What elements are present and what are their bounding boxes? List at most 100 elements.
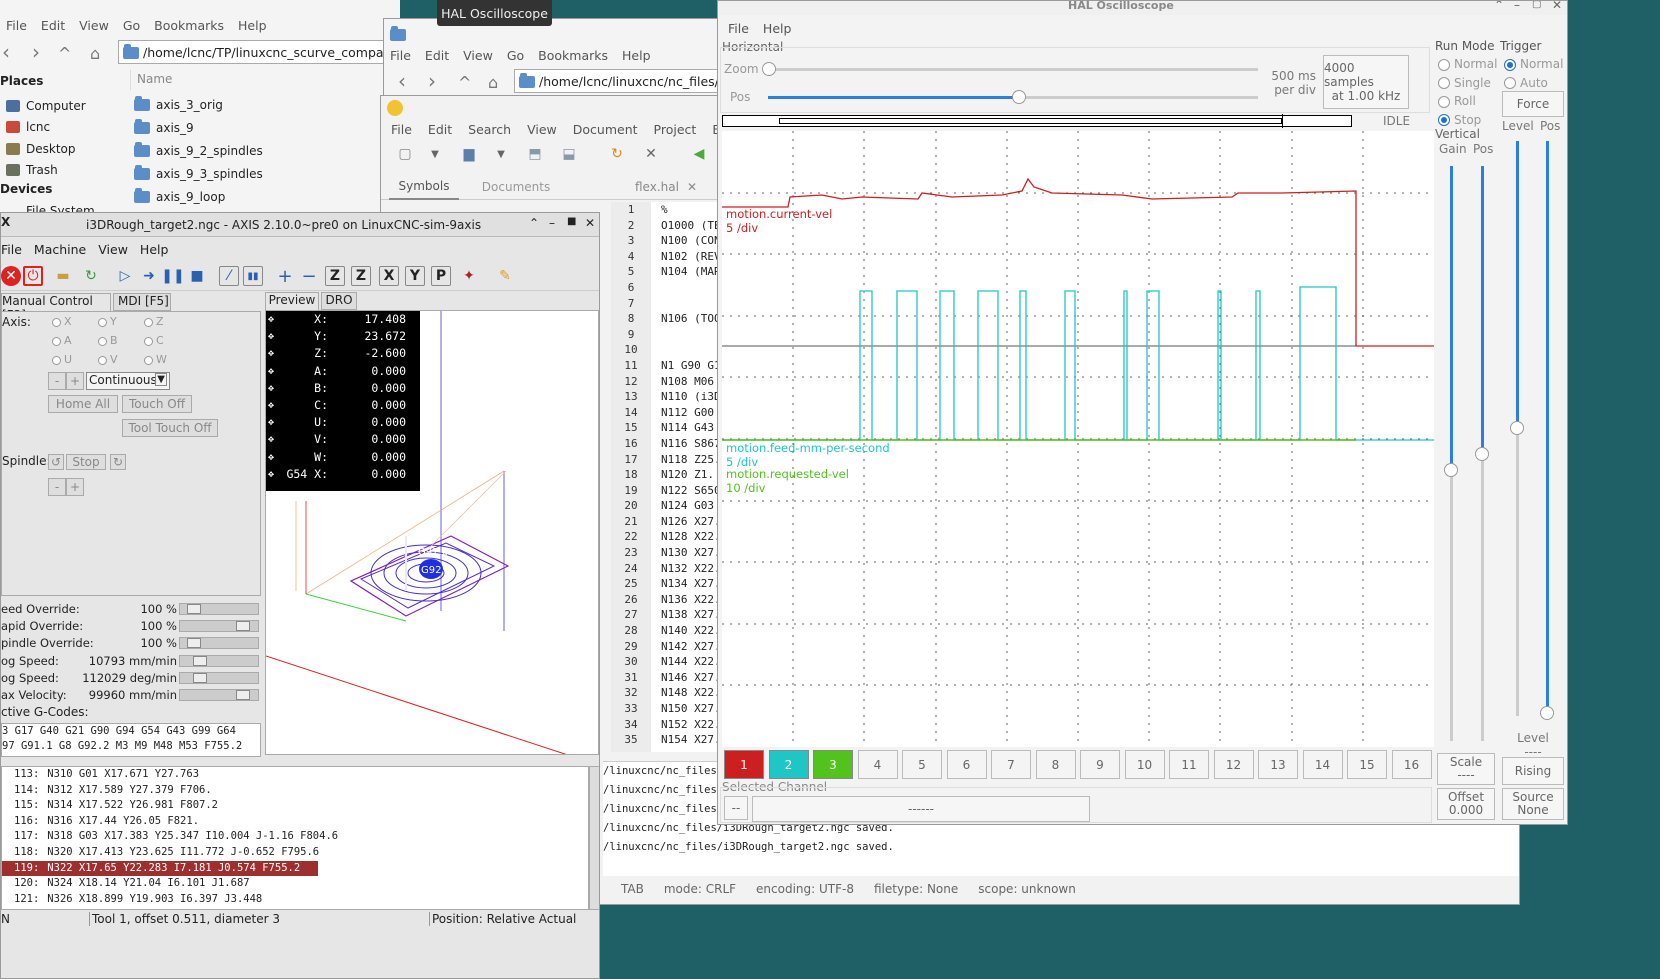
run-icon[interactable]: ▷ xyxy=(115,266,135,286)
axis-menu-view[interactable]: View xyxy=(98,242,128,257)
channel-button-15[interactable]: 15 xyxy=(1347,750,1387,779)
zoom-in-icon[interactable]: + xyxy=(275,266,295,287)
override-slider-handle[interactable] xyxy=(187,604,201,614)
offset-button[interactable]: Offset 0.000 xyxy=(1437,788,1495,820)
up-icon[interactable]: ^ xyxy=(58,44,71,64)
axis-radio-b[interactable]: B xyxy=(98,334,118,347)
view-p-icon[interactable]: P xyxy=(431,266,451,286)
close-tab-icon[interactable]: ✕ xyxy=(687,180,697,194)
back-icon[interactable]: ‹ xyxy=(2,42,10,62)
editor-menu-edit[interactable]: Edit xyxy=(428,122,452,137)
vpos-slider-knob[interactable] xyxy=(1475,447,1489,461)
place-item[interactable]: Computer xyxy=(6,95,86,117)
tool-touch-off-button[interactable]: Tool Touch Off xyxy=(122,419,218,437)
window-up-icon[interactable]: ⌃ xyxy=(1494,1,1504,12)
spindle-minus-button[interactable]: - xyxy=(48,478,66,496)
close-icon[interactable]: ✕ xyxy=(585,216,595,230)
gain-slider-knob[interactable] xyxy=(1444,463,1458,477)
block-delete-icon[interactable]: ⁄ xyxy=(219,266,239,286)
selected-channel-button[interactable]: -- xyxy=(724,796,748,820)
axis-radio-w[interactable]: W xyxy=(144,353,167,366)
view-x-icon[interactable]: X xyxy=(379,266,399,286)
channel-button-2[interactable]: 2 xyxy=(768,750,809,779)
channel-button-14[interactable]: 14 xyxy=(1302,750,1343,779)
forward-icon[interactable]: › xyxy=(428,71,436,91)
spindle-plus-button[interactable]: + xyxy=(66,478,84,496)
editor-menu-project[interactable]: Project xyxy=(654,122,697,137)
zoom-slider-knob[interactable] xyxy=(762,62,776,76)
program-scrollbar[interactable] xyxy=(589,766,599,910)
channel-button-5[interactable]: 5 xyxy=(902,750,942,779)
reload-icon[interactable]: ↻ xyxy=(81,266,101,286)
editor-menu-document[interactable]: Document xyxy=(573,122,638,137)
override-slider-handle[interactable] xyxy=(193,672,207,683)
axis-radio-z[interactable]: Z xyxy=(144,315,164,328)
axis-radio-v[interactable]: V xyxy=(98,353,118,366)
program-line[interactable]: 113: N310 G01 X17.671 Y27.763 xyxy=(2,767,588,783)
optional-stop-icon[interactable]: ▮▮ xyxy=(243,266,263,286)
axis-radio-c[interactable]: C xyxy=(144,334,164,347)
sample-rate-button[interactable]: 4000 samples at 1.00 kHz xyxy=(1323,55,1409,109)
forward-icon[interactable]: › xyxy=(32,42,40,62)
tab-preview[interactable]: Preview xyxy=(265,292,319,310)
rising-button[interactable]: Rising xyxy=(1502,757,1564,785)
tab-documents[interactable]: Documents xyxy=(471,174,561,200)
channel-button-6[interactable]: 6 xyxy=(946,750,987,779)
scope-menu-help[interactable]: Help xyxy=(763,21,792,36)
back-icon[interactable]: ◀ xyxy=(689,144,709,164)
code-area[interactable]: % O1000 (TE N100 (CON N102 (REV N104 (MAR N10… xyxy=(651,202,721,752)
editor-menu-view[interactable]: View xyxy=(527,122,557,137)
home-icon[interactable]: ⌂ xyxy=(90,44,100,64)
spindle-stop-button[interactable]: Stop xyxy=(66,454,106,470)
tab-dro[interactable]: DRO xyxy=(321,292,357,310)
spindle-ccw-icon[interactable]: ↺ xyxy=(48,454,64,470)
fm2-menu-view[interactable]: View xyxy=(463,48,493,63)
view-z-icon[interactable]: Z xyxy=(325,266,345,286)
scope-menu-file[interactable]: File xyxy=(728,21,749,36)
pos-slider-knob[interactable] xyxy=(1011,90,1026,104)
fm2-menu-bookmarks[interactable]: Bookmarks xyxy=(538,48,608,63)
rotate-icon[interactable]: ✦ xyxy=(459,266,479,286)
axis-menu-machine[interactable]: Machine xyxy=(34,242,86,257)
axis-radio-u[interactable]: U xyxy=(52,353,72,366)
program-line[interactable]: 121: N326 X18.899 Y19.903 I6.397 J3.448 xyxy=(2,892,588,908)
program-line[interactable]: 115: N314 X17.522 Y26.981 F807.2 xyxy=(2,798,588,814)
window-up-icon[interactable]: ⌃ xyxy=(529,216,539,230)
touch-off-button[interactable]: Touch Off xyxy=(122,395,192,413)
folder-item[interactable]: axis_9_3_spindles xyxy=(134,163,263,186)
place-item[interactable]: Trash xyxy=(6,160,86,182)
run-mode-single[interactable]: Single xyxy=(1438,74,1497,93)
override-slider[interactable] xyxy=(179,654,259,667)
fm2-menu-help[interactable]: Help xyxy=(622,48,651,63)
override-slider-handle[interactable] xyxy=(236,621,250,632)
name-column-header[interactable]: Name xyxy=(130,70,400,90)
channel-button-12[interactable]: 12 xyxy=(1213,750,1254,779)
axis-menu-help[interactable]: Help xyxy=(140,242,169,257)
override-slider[interactable] xyxy=(179,603,259,615)
selected-channel-field[interactable]: ------ xyxy=(752,796,1090,822)
revert-icon[interactable]: ↻ xyxy=(607,144,627,164)
fm-menu-help[interactable]: Help xyxy=(238,18,267,33)
jog-mode-select[interactable]: Continuous ▼ xyxy=(86,372,170,390)
fm-menu-bookmarks[interactable]: Bookmarks xyxy=(154,18,224,33)
trigger-level-knob[interactable] xyxy=(1510,421,1524,435)
dropdown-icon[interactable]: ▼ xyxy=(425,144,445,164)
folder-item[interactable]: axis_9_loop xyxy=(134,186,263,209)
folder-item[interactable]: axis_9_2_spindles xyxy=(134,139,263,162)
maximize-icon[interactable]: ■ xyxy=(567,216,576,227)
channel-button-10[interactable]: 10 xyxy=(1124,750,1165,779)
jog-minus-button[interactable]: - xyxy=(48,372,66,390)
channel-button-8[interactable]: 8 xyxy=(1035,750,1076,779)
source-button[interactable]: Source None xyxy=(1502,788,1564,820)
fm-menu-view[interactable]: View xyxy=(79,18,109,33)
home-icon[interactable]: ⌂ xyxy=(488,73,498,93)
program-line-active[interactable]: 119: N322 X17.65 Y22.283 I7.181 J0.574 F7… xyxy=(2,860,318,877)
path-bar[interactable]: /home/lcnc/linuxcnc/nc_files/ xyxy=(514,69,722,93)
override-slider[interactable] xyxy=(179,620,259,633)
fm2-menu-go[interactable]: Go xyxy=(507,48,524,63)
place-item[interactable]: Desktop xyxy=(6,138,86,160)
override-slider[interactable] xyxy=(179,671,259,684)
axis-menu-file[interactable]: File xyxy=(1,242,22,257)
override-slider[interactable] xyxy=(179,637,259,650)
save-all-icon[interactable]: ⬓ xyxy=(559,144,579,164)
